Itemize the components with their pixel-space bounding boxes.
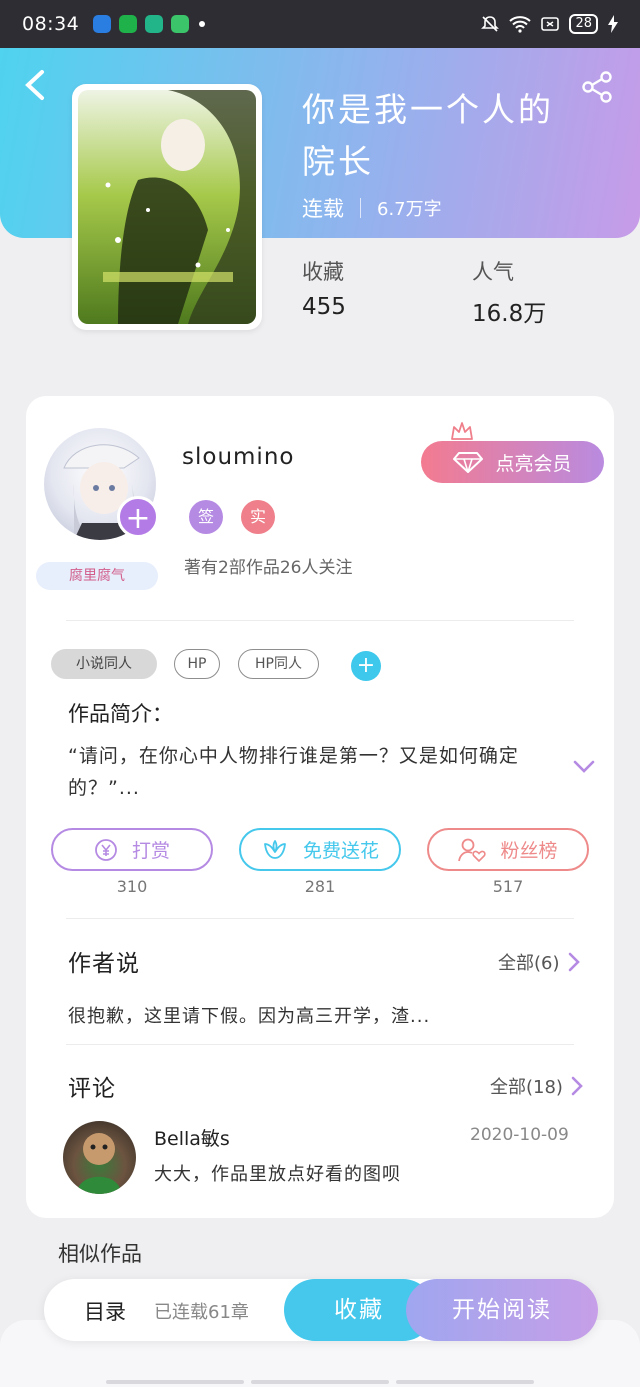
follow-plus-button[interactable]: + [117, 496, 159, 538]
fan-count: 517 [492, 877, 524, 896]
flower-icon [264, 839, 286, 859]
table-of-contents-button[interactable]: 目录 [84, 1296, 126, 1326]
diamond-icon [453, 452, 484, 473]
comment-date: 2020-10-09 [470, 1125, 569, 1145]
add-tag-button[interactable]: + [351, 651, 381, 681]
author-says-count: 全部(6) [498, 953, 560, 974]
tag-chip[interactable]: 小说同人 [51, 649, 157, 679]
author-says-all-link[interactable]: 全部(6) [498, 949, 580, 975]
charging-icon [608, 15, 618, 33]
send-flower-button[interactable]: 免费送花 [239, 828, 401, 871]
section-divider [66, 1044, 574, 1045]
status-time: 08:34 [22, 13, 80, 35]
crown-icon [451, 422, 473, 440]
vip-button-label: 点亮会员 [495, 452, 572, 475]
book-meta: 连载 6.7万字 [302, 193, 442, 223]
nav-indicator [396, 1380, 534, 1384]
favorites-value: 455 [302, 294, 346, 320]
app-notification-icon [145, 15, 164, 33]
send-flower-label: 免费送花 [302, 840, 379, 862]
tag-chip[interactable]: HP [174, 649, 220, 679]
more-notifications-dot [199, 21, 206, 27]
comments-all-link[interactable]: 全部(18) [490, 1073, 583, 1099]
book-title: 你是我一个人的 院长 [302, 84, 572, 188]
chapter-count: 已连载61章 [154, 1302, 249, 1323]
comment-text[interactable]: 大大，作品里放点好看的图呗 [154, 1160, 401, 1186]
section-divider [66, 918, 574, 919]
intro-text[interactable]: “请问，在你心中人物排行谁是第一？又是如何确定的？”... [68, 740, 558, 804]
nav-indicator [106, 1380, 244, 1384]
fan-ranking-label: 粉丝榜 [500, 840, 558, 862]
commenter-name[interactable]: Bella敏s [154, 1124, 230, 1151]
chevron-right-icon [571, 1076, 583, 1096]
yen-coin-icon [95, 838, 117, 861]
meta-divider [360, 198, 361, 218]
fan-heart-icon [458, 838, 487, 862]
app-notification-icon [93, 15, 112, 33]
wifi-icon [509, 16, 532, 33]
battery-indicator: 28 [569, 14, 598, 34]
signed-badge: 签 [189, 500, 223, 534]
book-cover-image [78, 90, 256, 324]
book-status: 连载 [302, 197, 344, 221]
book-cover[interactable] [72, 84, 262, 330]
screen-cast-icon [541, 17, 560, 31]
fan-ranking-button[interactable]: 粉丝榜 [427, 828, 589, 871]
status-bar: 08:34 28 [0, 0, 640, 48]
nav-indicator [251, 1380, 389, 1384]
book-title-line: 你是我一个人的 [302, 90, 554, 129]
chevron-right-icon [568, 952, 580, 972]
author-works-summary: 著有2部作品26人关注 [184, 558, 353, 578]
popularity-value: 16.8万 [472, 301, 547, 327]
back-arrow-icon[interactable] [22, 68, 52, 104]
commenter-avatar[interactable] [63, 1121, 136, 1194]
popularity-label: 人气 [472, 260, 514, 284]
tag-chip[interactable]: HP同人 [238, 649, 319, 679]
notification-icons [93, 15, 206, 33]
word-count: 6.7万字 [377, 199, 442, 220]
vip-membership-button[interactable]: 点亮会员 [421, 441, 604, 483]
section-divider [66, 620, 574, 621]
tip-count: 310 [116, 877, 148, 896]
tip-button-label: 打赏 [131, 840, 170, 862]
book-title-line: 院长 [302, 142, 374, 181]
mute-bell-icon [481, 16, 500, 32]
app-notification-icon [171, 15, 190, 33]
comments-count: 全部(18) [490, 1077, 563, 1098]
expand-chevron-icon[interactable] [573, 760, 595, 774]
intro-title: 作品简介： [68, 702, 173, 726]
app-notification-icon [119, 15, 138, 33]
similar-works-title: 相似作品 [58, 1242, 142, 1266]
tip-button[interactable]: 打赏 [51, 828, 213, 871]
verified-badge: 实 [241, 500, 275, 534]
start-reading-button[interactable]: 开始阅读 [406, 1279, 598, 1341]
author-name[interactable]: sloumino [182, 444, 294, 470]
favorites-label: 收藏 [302, 260, 344, 284]
comments-title: 评论 [68, 1076, 116, 1102]
author-says-text[interactable]: 很抱歉，这里请下假。因为高三开学，渣... [68, 1002, 430, 1028]
share-icon[interactable] [580, 70, 616, 106]
author-says-title: 作者说 [68, 951, 140, 977]
flower-count: 281 [304, 877, 336, 896]
avatar-tag: 腐里腐气 [36, 562, 158, 590]
